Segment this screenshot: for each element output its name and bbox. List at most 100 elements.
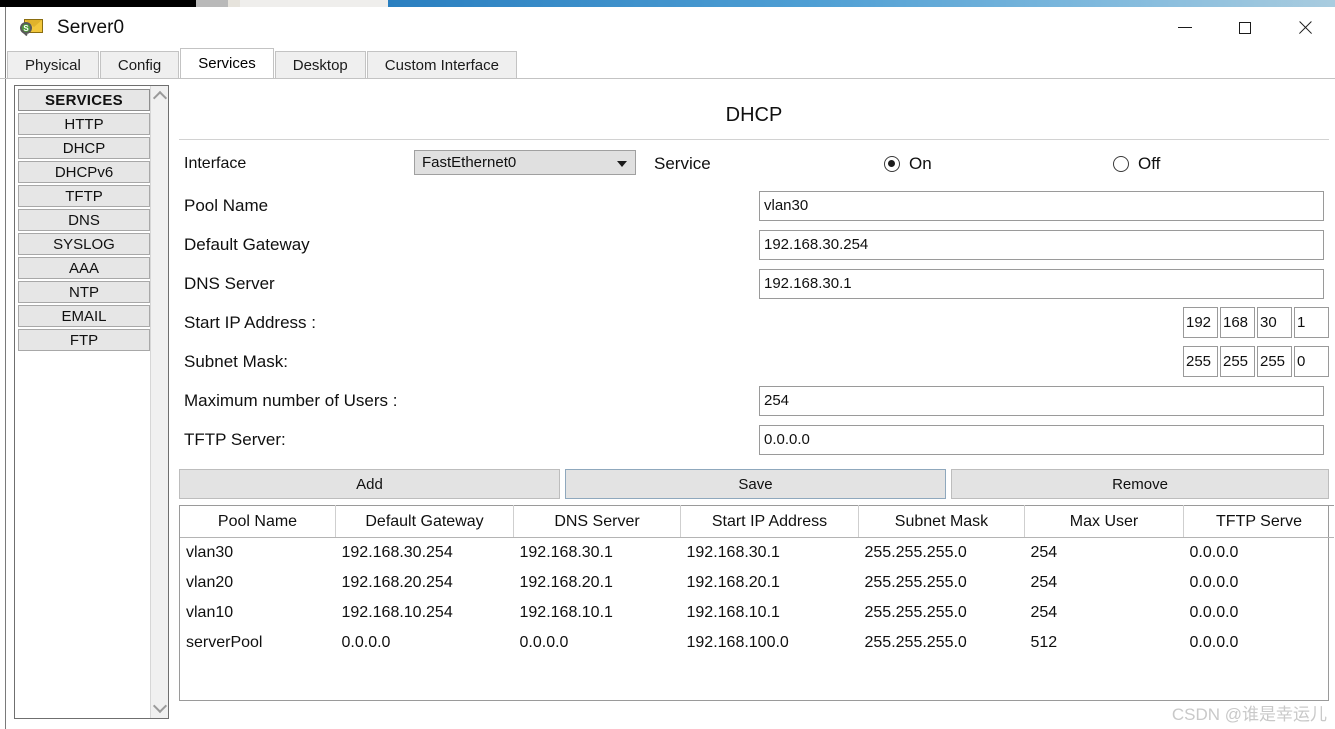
window-controls <box>1155 7 1335 48</box>
subnet-mask-octet-1[interactable]: 255 <box>1183 346 1218 377</box>
cell-dns-server: 192.168.10.1 <box>519 604 613 621</box>
subnet-mask-octet-2[interactable]: 255 <box>1220 346 1255 377</box>
tab-services[interactable]: Services <box>180 48 274 79</box>
pool-name-row: Pool Name vlan30 <box>179 190 1329 229</box>
service-on-radio[interactable]: On <box>884 154 932 174</box>
window-title: Server0 <box>57 16 125 38</box>
sidebar-item-dns[interactable]: DNS <box>18 209 150 231</box>
pool-name-input[interactable]: vlan30 <box>759 191 1324 221</box>
service-on-label: On <box>909 154 932 173</box>
scroll-down-icon[interactable] <box>151 698 168 716</box>
cell-start-ip: 192.168.20.1 <box>686 574 780 591</box>
table-row[interactable]: vlan20 192.168.20.254 192.168.20.1 192.1… <box>180 568 1334 598</box>
sidebar-item-email[interactable]: EMAIL <box>18 305 150 327</box>
sidebar-item-dhcp[interactable]: DHCP <box>18 137 150 159</box>
column-header-tftp-server[interactable]: TFTP Serve <box>1183 505 1334 538</box>
tab-custom-interface[interactable]: Custom Interface <box>366 51 517 79</box>
cell-tftp-server: 0.0.0.0 <box>1189 544 1239 561</box>
cell-subnet-mask: 255.255.255.0 <box>864 634 967 651</box>
sidebar-item-ntp[interactable]: NTP <box>18 281 150 303</box>
minimize-button[interactable] <box>1155 7 1215 48</box>
start-ip-octet-3[interactable]: 30 <box>1257 307 1292 338</box>
sidebar-item-aaa[interactable]: AAA <box>18 257 150 279</box>
column-header-default-gateway[interactable]: Default Gateway <box>335 505 514 538</box>
dhcp-panel: DHCP Interface FastEthernet0 Service On … <box>179 80 1334 725</box>
add-button[interactable]: Add <box>179 469 560 499</box>
tftp-server-input[interactable]: 0.0.0.0 <box>759 425 1324 455</box>
default-gateway-input[interactable]: 192.168.30.254 <box>759 230 1324 260</box>
remove-button[interactable]: Remove <box>951 469 1329 499</box>
services-list: SERVICES HTTP DHCP DHCPv6 TFTP DNS SYSLO… <box>15 86 150 718</box>
cell-default-gateway: 0.0.0.0 <box>341 634 391 651</box>
cell-tftp-server: 0.0.0.0 <box>1189 634 1239 651</box>
dns-server-input[interactable]: 192.168.30.1 <box>759 269 1324 299</box>
maximize-button[interactable] <box>1215 7 1275 48</box>
max-users-label: Maximum number of Users : <box>184 391 398 410</box>
cell-max-user: 512 <box>1030 634 1058 651</box>
services-sidebar: SERVICES HTTP DHCP DHCPv6 TFTP DNS SYSLO… <box>14 85 169 719</box>
cell-pool-name: vlan10 <box>186 604 234 621</box>
subnet-mask-octets: 255 255 255 0 <box>1181 346 1329 377</box>
dns-server-label: DNS Server <box>184 274 275 293</box>
maximize-icon <box>1239 21 1251 34</box>
close-button[interactable] <box>1275 7 1335 48</box>
dhcp-form: Pool Name vlan30 Default Gateway 192.168… <box>179 190 1329 463</box>
table-row[interactable]: vlan30 192.168.30.254 192.168.30.1 192.1… <box>180 538 1334 569</box>
column-header-max-user[interactable]: Max User <box>1024 505 1184 538</box>
max-users-input[interactable]: 254 <box>759 386 1324 416</box>
sidebar-scrollbar[interactable] <box>150 86 168 718</box>
subnet-mask-octet-4[interactable]: 0 <box>1294 346 1329 377</box>
radio-off-icon <box>1113 156 1129 172</box>
chevron-down-icon <box>617 161 627 167</box>
cell-subnet-mask: 255.255.255.0 <box>864 544 967 561</box>
save-button[interactable]: Save <box>565 469 946 499</box>
cell-dns-server: 192.168.20.1 <box>519 574 613 591</box>
subnet-mask-row: Subnet Mask: 255 255 255 0 <box>179 346 1329 385</box>
interface-row: Interface FastEthernet0 Service On Off <box>179 146 1329 186</box>
interface-select[interactable]: FastEthernet0 <box>414 150 636 175</box>
cell-start-ip: 192.168.30.1 <box>686 544 780 561</box>
service-off-radio[interactable]: Off <box>1113 154 1160 174</box>
page-title: DHCP <box>725 104 783 126</box>
pool-name-label: Pool Name <box>184 196 269 215</box>
start-ip-label: Start IP Address : <box>184 313 316 332</box>
dhcp-pool-table: Pool Name Default Gateway DNS Server Sta… <box>180 505 1334 658</box>
sidebar-item-http[interactable]: HTTP <box>18 113 150 135</box>
start-ip-row: Start IP Address : 192 168 30 1 <box>179 307 1329 346</box>
scroll-up-icon[interactable] <box>151 88 168 106</box>
subnet-mask-octet-3[interactable]: 255 <box>1257 346 1292 377</box>
start-ip-octet-4[interactable]: 1 <box>1294 307 1329 338</box>
tftp-server-row: TFTP Server: 0.0.0.0 <box>179 424 1329 463</box>
strip-segment-black <box>0 0 196 7</box>
tab-desktop[interactable]: Desktop <box>274 51 366 79</box>
column-header-subnet-mask[interactable]: Subnet Mask <box>858 505 1025 538</box>
tab-physical[interactable]: Physical <box>7 51 99 79</box>
cell-max-user: 254 <box>1030 544 1058 561</box>
service-label: Service <box>654 154 711 173</box>
sidebar-item-syslog[interactable]: SYSLOG <box>18 233 150 255</box>
sidebar-item-dhcpv6[interactable]: DHCPv6 <box>18 161 150 183</box>
column-header-dns-server[interactable]: DNS Server <box>513 505 681 538</box>
cell-dns-server: 192.168.30.1 <box>519 544 613 561</box>
cell-subnet-mask: 255.255.255.0 <box>864 604 967 621</box>
cell-max-user: 254 <box>1030 604 1058 621</box>
tab-config[interactable]: Config <box>99 51 180 79</box>
dhcp-pool-table-panel: Pool Name Default Gateway DNS Server Sta… <box>179 505 1334 701</box>
default-gateway-row: Default Gateway 192.168.30.254 <box>179 229 1329 268</box>
start-ip-octet-1[interactable]: 192 <box>1183 307 1218 338</box>
cell-subnet-mask: 255.255.255.0 <box>864 574 967 591</box>
table-row[interactable]: vlan10 192.168.10.254 192.168.10.1 192.1… <box>180 598 1334 628</box>
parent-window-strip <box>0 0 1335 7</box>
tftp-server-label: TFTP Server: <box>184 430 286 449</box>
column-header-pool-name[interactable]: Pool Name <box>180 505 336 538</box>
action-buttons: Add Save Remove <box>179 469 1329 499</box>
server-envelope-icon: S <box>20 17 46 39</box>
sidebar-item-ftp[interactable]: FTP <box>18 329 150 351</box>
title-divider <box>179 139 1329 140</box>
start-ip-octet-2[interactable]: 168 <box>1220 307 1255 338</box>
cell-pool-name: vlan20 <box>186 574 234 591</box>
sidebar-item-tftp[interactable]: TFTP <box>18 185 150 207</box>
cell-max-user: 254 <box>1030 574 1058 591</box>
table-row[interactable]: serverPool 0.0.0.0 0.0.0.0 192.168.100.0… <box>180 628 1334 658</box>
column-header-start-ip[interactable]: Start IP Address <box>680 505 859 538</box>
